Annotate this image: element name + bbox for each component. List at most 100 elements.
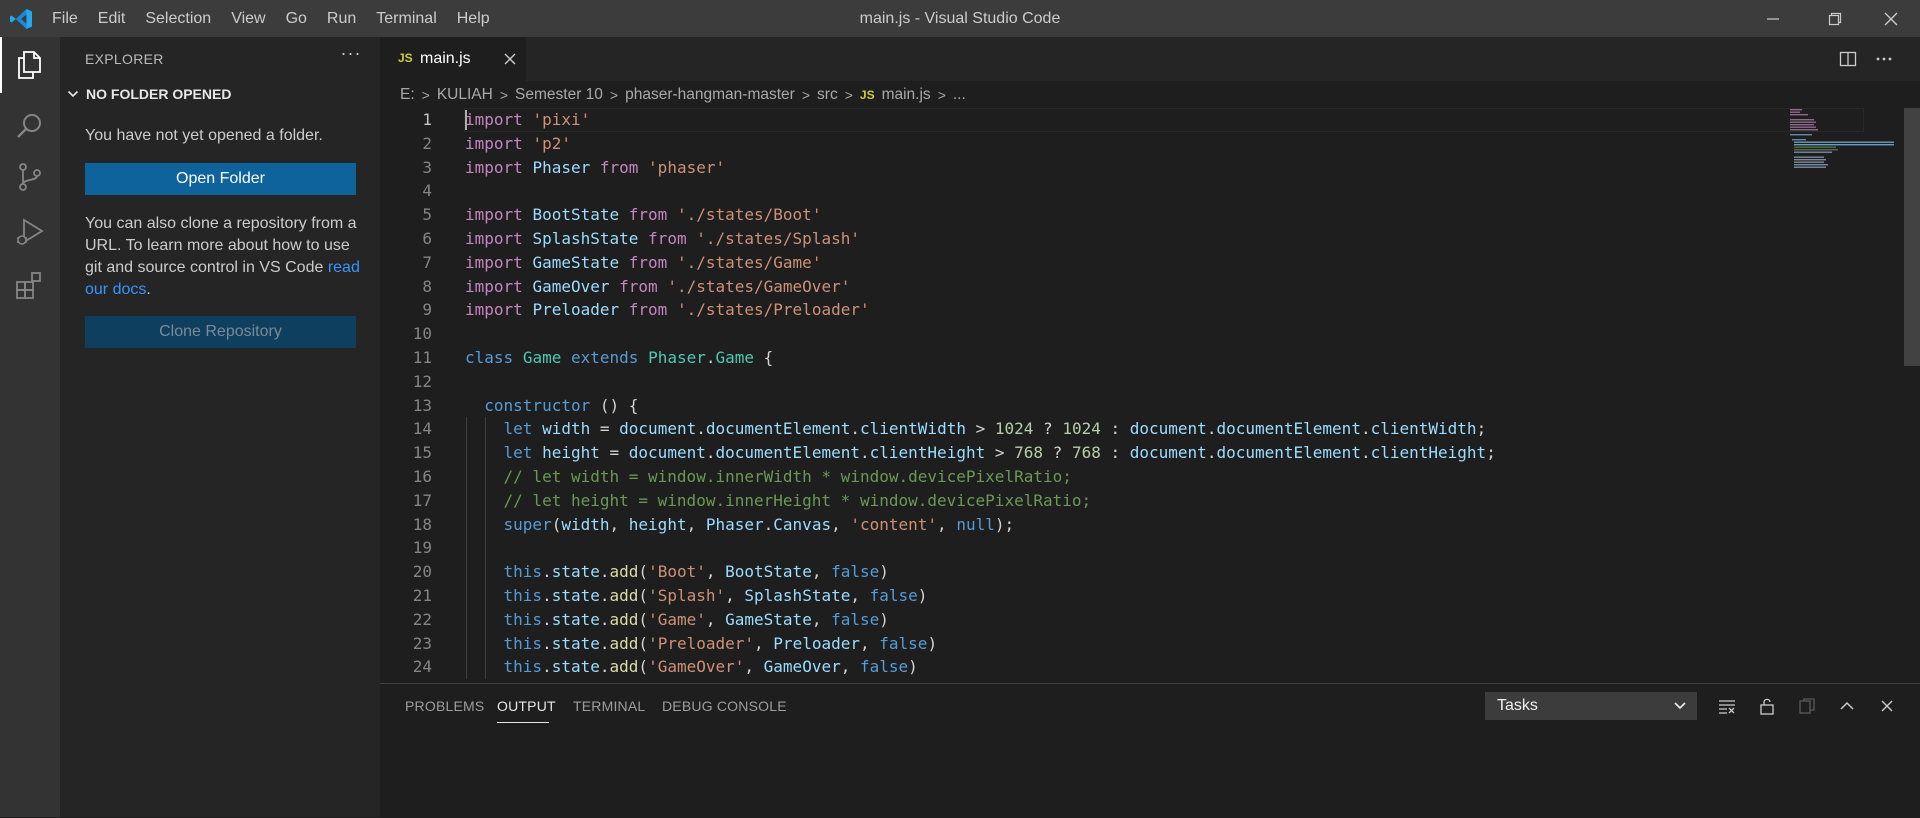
code-line[interactable]: 15 let height = document.documentElement… <box>380 441 1780 465</box>
menu-go[interactable]: Go <box>276 0 317 37</box>
extensions-icon[interactable] <box>12 267 48 303</box>
menu-selection[interactable]: Selection <box>135 0 221 37</box>
code-token: ); <box>994 514 1015 534</box>
code-line[interactable]: 1 import 'pixi' <box>380 108 1864 132</box>
run-debug-icon[interactable] <box>12 214 48 250</box>
code-line[interactable]: 7 import GameState from './states/Game' <box>380 251 1780 275</box>
code-line[interactable]: 17 // let height = window.innerHeight * … <box>380 489 1780 513</box>
chevron-right-icon: > <box>609 87 619 103</box>
tab-debug-console[interactable]: DEBUG CONSOLE <box>662 698 787 714</box>
close-tab-icon[interactable] <box>501 50 519 68</box>
code-token: = <box>599 443 629 463</box>
code-line[interactable]: 3 import Phaser from 'phaser' <box>380 156 1780 180</box>
code-token: this <box>503 586 543 605</box>
close-window-button[interactable] <box>1866 0 1916 37</box>
line-number: 19 <box>412 538 432 558</box>
tab-terminal[interactable]: TERMINAL <box>573 698 645 714</box>
code-token: 'content' <box>850 514 938 534</box>
menu-run[interactable]: Run <box>317 0 366 37</box>
code-token: , <box>811 609 832 629</box>
code-line[interactable]: 18 super(width, height, Phaser.Canvas, '… <box>380 513 1780 537</box>
menu-help[interactable]: Help <box>447 0 500 37</box>
no-folder-section-header[interactable]: NO FOLDER OPENED <box>66 86 231 102</box>
chevron-right-icon: > <box>499 87 509 103</box>
code-line[interactable]: 13 constructor () { <box>380 394 1780 418</box>
code-line[interactable]: 20 this.state.add('Boot', BootState, fal… <box>380 560 1780 584</box>
code-line[interactable]: 19 <box>380 536 1780 560</box>
split-editor-icon[interactable] <box>1836 47 1860 71</box>
code-line[interactable]: 9 import Preloader from './states/Preload… <box>380 298 1780 322</box>
chevron-right-icon: > <box>937 87 946 103</box>
code-token: import <box>465 133 523 153</box>
breadcrumb-item[interactable]: E: <box>400 86 415 104</box>
code-line[interactable]: 14 let width = document.documentElement.… <box>380 417 1780 441</box>
tab-main-js[interactable]: JS main.js <box>380 37 526 81</box>
breadcrumb-item[interactable]: KULIAH <box>437 86 493 104</box>
code-editor[interactable]: 1 import 'pixi' 2 import 'p2' 3 import Phaser… <box>380 108 1920 683</box>
minimize-button[interactable] <box>1748 0 1798 37</box>
more-actions-icon[interactable] <box>1872 47 1896 71</box>
close-icon <box>1884 12 1898 25</box>
code-line[interactable]: 2 import 'p2' <box>380 132 1780 156</box>
code-line[interactable]: 6 import SplashState from './states/Splas… <box>380 227 1780 251</box>
code-line[interactable]: 10 <box>380 322 1780 346</box>
search-icon[interactable] <box>12 108 48 144</box>
source-control-icon[interactable] <box>12 159 48 195</box>
code-line[interactable]: 21 this.state.add('Splash', SplashState,… <box>380 584 1780 608</box>
code-line[interactable]: 5 import BootState from './states/Boot' <box>380 203 1780 227</box>
close-panel-icon[interactable] <box>1875 694 1899 718</box>
code-token: this <box>503 657 543 677</box>
line-number: 20 <box>412 562 432 582</box>
lock-scroll-icon[interactable] <box>1755 694 1779 718</box>
code-token: add <box>609 657 639 677</box>
restore-button[interactable] <box>1810 0 1860 37</box>
code-line[interactable]: 11 class Game extends Phaser.Game { <box>380 346 1780 370</box>
code-token: class <box>465 348 514 367</box>
breadcrumb-item[interactable]: phaser-hangman-master <box>625 86 795 104</box>
breadcrumb-item[interactable]: src <box>817 86 838 104</box>
code-token: import <box>465 110 523 129</box>
code-line[interactable]: 23 this.state.add('Preloader', Preloader… <box>380 632 1780 656</box>
clear-output-icon[interactable] <box>1715 694 1739 718</box>
maximize-panel-icon[interactable] <box>1835 694 1859 718</box>
menu-terminal[interactable]: Terminal <box>366 0 446 37</box>
tab-problems[interactable]: PROBLEMS <box>405 698 484 714</box>
sidebar-title: EXPLORER <box>85 51 164 67</box>
line-content: import GameOver from './states/GameOver' <box>465 275 850 299</box>
line-number: 24 <box>412 657 432 677</box>
code-token: from <box>599 157 639 177</box>
editor-scrollbar[interactable] <box>1904 108 1920 366</box>
code-line[interactable]: 22 this.state.add('Game', GameState, fal… <box>380 608 1780 632</box>
menu-file[interactable]: File <box>42 0 88 37</box>
open-folder-button[interactable]: Open Folder <box>85 163 356 195</box>
line-number: 7 <box>422 252 432 272</box>
code-line[interactable]: 12 <box>380 370 1780 394</box>
menu-edit[interactable]: Edit <box>88 0 136 37</box>
code-token: state <box>551 609 600 629</box>
more-actions-icon[interactable]: ··· <box>336 43 366 67</box>
minimap[interactable] <box>1790 108 1900 168</box>
code-token: './states/Splash' <box>696 229 860 248</box>
code-line[interactable]: 16 // let width = window.innerWidth * wi… <box>380 465 1780 489</box>
code-token: 1024 <box>994 419 1034 439</box>
menu-bar: File Edit Selection View Go Run Terminal… <box>42 0 500 37</box>
output-channel-select[interactable]: Tasks <box>1485 692 1697 720</box>
code-token: 'Splash' <box>648 586 726 605</box>
code-token: . <box>542 609 552 629</box>
code-token: false <box>831 609 880 629</box>
breadcrumb-item[interactable]: Semester 10 <box>515 86 603 104</box>
breadcrumb-symbols[interactable]: ... <box>953 86 966 104</box>
tab-output[interactable]: OUTPUT <box>497 698 556 714</box>
explorer-icon[interactable] <box>12 47 48 83</box>
code-line[interactable]: 4 <box>380 179 1780 203</box>
code-token: import <box>465 276 523 296</box>
line-content: // let height = window.innerHeight * win… <box>465 489 1092 513</box>
code-line[interactable]: 24 this.state.add('GameOver', GameOver, … <box>380 655 1780 679</box>
code-token: from <box>648 229 687 248</box>
breadcrumb-file[interactable]: main.js <box>882 86 931 104</box>
clone-repository-button[interactable]: Clone Repository <box>85 316 356 348</box>
code-line[interactable]: 8 import GameOver from './states/GameOver… <box>380 275 1780 299</box>
restore-icon <box>1828 12 1842 25</box>
menu-view[interactable]: View <box>221 0 275 37</box>
